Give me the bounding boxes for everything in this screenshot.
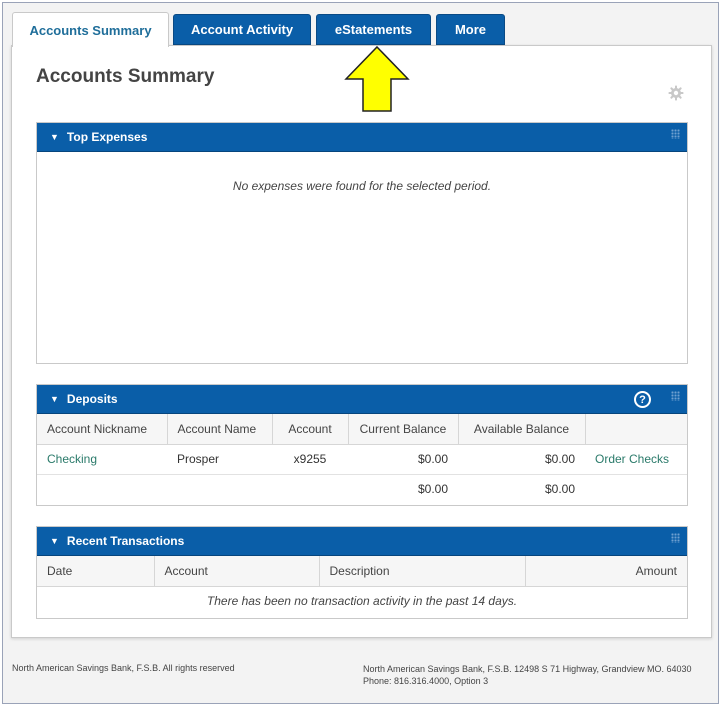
top-expenses-widget: ▼ Top Expenses No expenses were found fo… xyxy=(36,122,688,364)
recent-transactions-table: Date Account Description Amount There ha… xyxy=(37,556,687,616)
recent-transactions-widget: ▼ Recent Transactions Date Account Descr… xyxy=(36,526,688,619)
tab-account-activity[interactable]: Account Activity xyxy=(173,14,311,45)
drag-handle-icon[interactable] xyxy=(671,129,680,139)
footer-address: North American Savings Bank, F.S.B. 1249… xyxy=(363,663,692,687)
available-balance-cell: $0.00 xyxy=(458,444,585,475)
total-current-balance: $0.00 xyxy=(417,482,448,497)
column-header[interactable]: Account xyxy=(272,414,349,445)
empty-cell xyxy=(167,474,272,504)
order-checks-link[interactable]: Order Checks xyxy=(585,444,687,475)
deposits-table: Account Nickname Account Name Account Cu… xyxy=(37,414,687,504)
main-panel: Accounts Summary ▼ Top Expenses No expen… xyxy=(11,45,712,638)
tab-accounts-summary[interactable]: Accounts Summary xyxy=(12,12,169,47)
yellow-up-arrow-icon xyxy=(344,45,410,112)
column-header xyxy=(585,414,687,445)
top-expenses-header[interactable]: ▼ Top Expenses xyxy=(37,123,687,152)
column-header[interactable]: Account xyxy=(154,556,320,587)
account-nickname-link[interactable]: Checking xyxy=(37,444,167,475)
footer-phone-line: Phone: 816.316.4000, Option 3 xyxy=(363,676,489,686)
collapse-caret-icon[interactable]: ▼ xyxy=(50,394,59,404)
column-header[interactable]: Account Name xyxy=(167,414,273,445)
page-title: Accounts Summary xyxy=(36,66,215,87)
help-icon[interactable]: ? xyxy=(634,391,651,408)
table-header-row: Date Account Description Amount xyxy=(37,556,687,587)
table-header-row: Account Nickname Account Name Account Cu… xyxy=(37,414,687,445)
empty-cell xyxy=(37,474,167,504)
top-expenses-title: Top Expenses xyxy=(66,130,148,144)
deposits-header[interactable]: ▼ Deposits ? xyxy=(37,385,687,414)
column-header[interactable]: Date xyxy=(37,556,155,587)
column-header[interactable]: Current Balance xyxy=(348,414,459,445)
top-expenses-empty-message: No expenses were found for the selected … xyxy=(232,179,492,193)
tab-estatements[interactable]: eStatements xyxy=(316,14,431,45)
empty-cell xyxy=(272,474,348,504)
account-number-cell: x9255 xyxy=(272,444,348,475)
total-available-balance: $0.00 xyxy=(544,482,575,497)
deposits-widget: ▼ Deposits ? Account Nickname Account Na… xyxy=(36,384,688,506)
collapse-caret-icon[interactable]: ▼ xyxy=(50,132,59,142)
totals-row: $0.00 $0.00 xyxy=(37,474,687,504)
recent-transactions-empty-message: There has been no transaction activity i… xyxy=(206,594,518,609)
empty-cell xyxy=(585,474,687,504)
deposits-title: Deposits xyxy=(66,392,118,406)
footer-copyright: North American Savings Bank, F.S.B. All … xyxy=(12,663,235,673)
recent-transactions-title: Recent Transactions xyxy=(66,534,185,548)
footer-address-line: North American Savings Bank, F.S.B. 1249… xyxy=(363,664,692,674)
gear-icon[interactable] xyxy=(668,85,684,101)
column-header[interactable]: Description xyxy=(319,556,526,587)
drag-handle-icon[interactable] xyxy=(671,391,680,401)
account-name-cell: Prosper xyxy=(167,444,272,475)
tab-more[interactable]: More xyxy=(436,14,505,45)
page-frame: Accounts Summary Account Activity eState… xyxy=(2,2,719,704)
column-header[interactable]: Account Nickname xyxy=(37,414,168,445)
recent-transactions-header[interactable]: ▼ Recent Transactions xyxy=(37,527,687,556)
column-header[interactable]: Amount xyxy=(525,556,687,587)
column-header[interactable]: Available Balance xyxy=(458,414,586,445)
collapse-caret-icon[interactable]: ▼ xyxy=(50,536,59,546)
drag-handle-icon[interactable] xyxy=(671,533,680,543)
current-balance-cell: $0.00 xyxy=(348,444,458,475)
table-row: Checking Prosper x9255 $0.00 $0.00 Order… xyxy=(37,444,687,475)
table-row: There has been no transaction activity i… xyxy=(37,586,687,616)
